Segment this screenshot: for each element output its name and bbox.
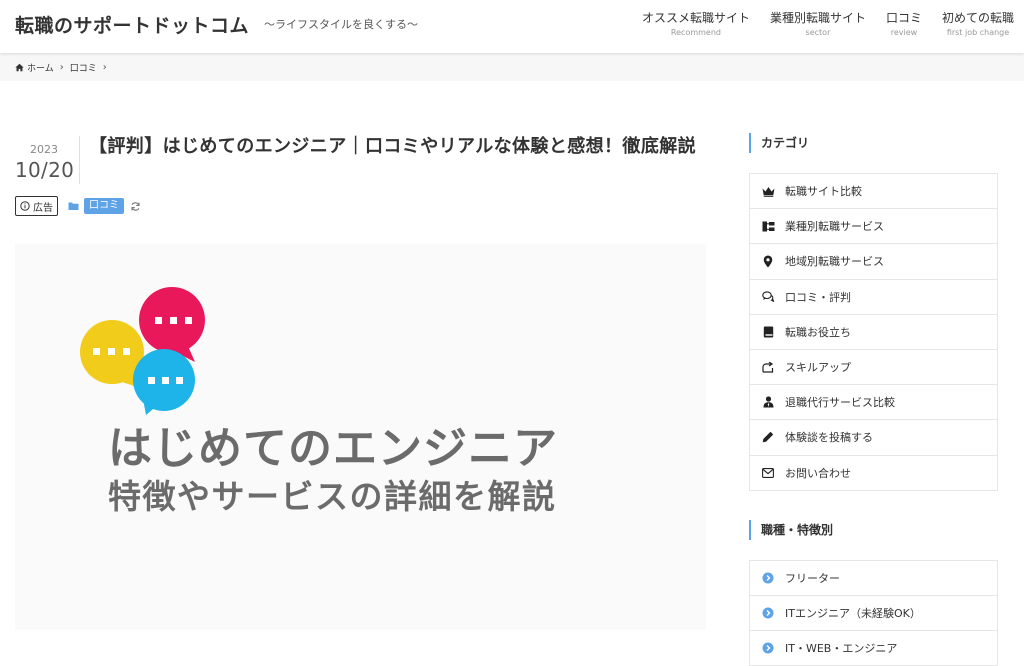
nav-label: 業種別転職サイト [769,11,866,25]
crown-icon [761,184,775,198]
eyecatch-subheadline: 特徴やサービスの詳細を解説 [108,477,557,516]
eyecatch-headline: はじめてのエンジニア [108,423,558,474]
sidebar-item-label: 転職お役立ち [785,325,851,339]
site-title[interactable]: 転職のサポートドットコム [15,11,249,38]
sidebar-item-job-site-comparison[interactable]: 転職サイト比較 [750,174,997,210]
chevron-circle-icon [761,606,775,620]
nav-label: 口コミ [885,11,922,25]
nav-sublabel: sector [805,28,831,37]
breadcrumb-separator: › [102,61,107,73]
sidebar-item-label: 口コミ・評判 [785,290,851,304]
sidebar-item-label: 退職代行サービス比較 [785,396,895,410]
sidebar-item-skill-up[interactable]: スキルアップ [750,349,997,386]
global-nav: オススメ転職サイト Recommend 業種別転職サイト sector 口コミ … [632,11,1024,39]
sidebar-item-label: 体験談を投稿する [785,431,873,445]
pen-icon [761,430,775,444]
eyecatch-image: はじめてのエンジニア 特徴やサービスの詳細を解説 [15,244,706,630]
nav-item-review[interactable]: 口コミ review [876,11,932,39]
site-tagline: 〜ライフスタイルを良くする〜 [264,18,418,31]
sidebar-item-label: IT・WEB・エンジニア [785,642,898,655]
sitemap-icon [761,219,775,233]
info-icon [20,201,30,211]
breadcrumb: ホーム › 口コミ › [0,53,1024,81]
chevron-circle-icon [761,641,775,655]
sidebar-item-label: スキルアップ [785,361,851,375]
breadcrumb-category[interactable]: 口コミ [70,61,97,74]
date-divider [79,136,80,184]
nav-label: 初めての転職 [941,11,1014,25]
envelope-icon [761,466,775,480]
nav-sublabel: review [890,28,918,37]
sidebar-item-reviews[interactable]: 口コミ・評判 [750,279,997,315]
nav-item-sector[interactable]: 業種別転職サイト sector [760,11,876,39]
sidebar-job-heading: 職種・特徴別 [749,520,998,540]
sidebar-item-label: 地域別転職サービス [785,255,884,269]
nav-item-recommend[interactable]: オススメ転職サイト Recommend [632,11,760,39]
book-icon [761,325,775,339]
sidebar-item-contact[interactable]: お問い合わせ [750,455,997,491]
sidebar-item-freeter[interactable]: フリーター [750,561,997,596]
share-arrow-icon [761,360,775,374]
sidebar-item-industry-services[interactable]: 業種別転職サービス [750,209,997,245]
nav-sublabel: first job change [946,28,1010,37]
nav-sublabel: Recommend [670,28,721,37]
site-header: 転職のサポートドットコム 〜ライフスタイルを良くする〜 オススメ転職サイト Re… [0,0,1024,53]
sidebar-item-regional-services[interactable]: 地域別転職サービス [750,244,997,280]
post-date: 2023 10/20 [15,143,75,182]
breadcrumb-home-label: ホーム [27,63,54,74]
map-pin-icon [761,254,775,268]
post-title: 【評判】はじめてのエンジニア｜口コミやリアルな体験と感想！徹底解説 [89,136,697,157]
nav-label: オススメ転職サイト [641,11,750,25]
sidebar-item-label: フリーター [785,572,840,585]
sidebar-item-label: お問い合わせ [785,466,851,480]
post-meta: 広告 口コミ [15,196,141,216]
comments-icon [761,290,775,304]
sidebar-item-label: 転職サイト比較 [785,185,862,199]
post-month-day: 10/20 [15,158,75,182]
nav-item-first-job-change[interactable]: 初めての転職 first job change [932,11,1024,39]
category-tag[interactable]: 口コミ [84,198,124,214]
sidebar-category-list: 転職サイト比較 業種別転職サービス 地域別転職サービス 口コミ・評判 転職お役立… [749,173,998,491]
sidebar-item-post-experience[interactable]: 体験談を投稿する [750,420,997,456]
sidebar-item-label: 業種別転職サービス [785,220,884,234]
sidebar-job-list: フリーター ITエンジニア（未経験OK） IT・WEB・エンジニア [749,560,998,666]
sidebar-item-useful-tips[interactable]: 転職お役立ち [750,314,997,350]
user-tie-icon [761,395,775,409]
folder-icon [68,202,79,210]
sidebar-item-it-engineer-inexperienced[interactable]: ITエンジニア（未経験OK） [750,596,997,631]
ad-label: 広告 [33,202,53,214]
sidebar-item-resignation-agency[interactable]: 退職代行サービス比較 [750,385,997,421]
sidebar-item-label: ITエンジニア（未経験OK） [785,607,921,620]
sidebar-category-heading: カテゴリ [749,133,998,153]
refresh-icon [131,201,140,211]
breadcrumb-separator: › [59,61,64,73]
ad-badge: 広告 [15,196,58,216]
breadcrumb-home[interactable]: ホーム [15,61,54,74]
post-year: 2023 [30,143,58,156]
home-icon [15,63,24,71]
chevron-circle-icon [761,571,775,585]
sidebar-item-it-web-engineer[interactable]: IT・WEB・エンジニア [750,631,997,666]
